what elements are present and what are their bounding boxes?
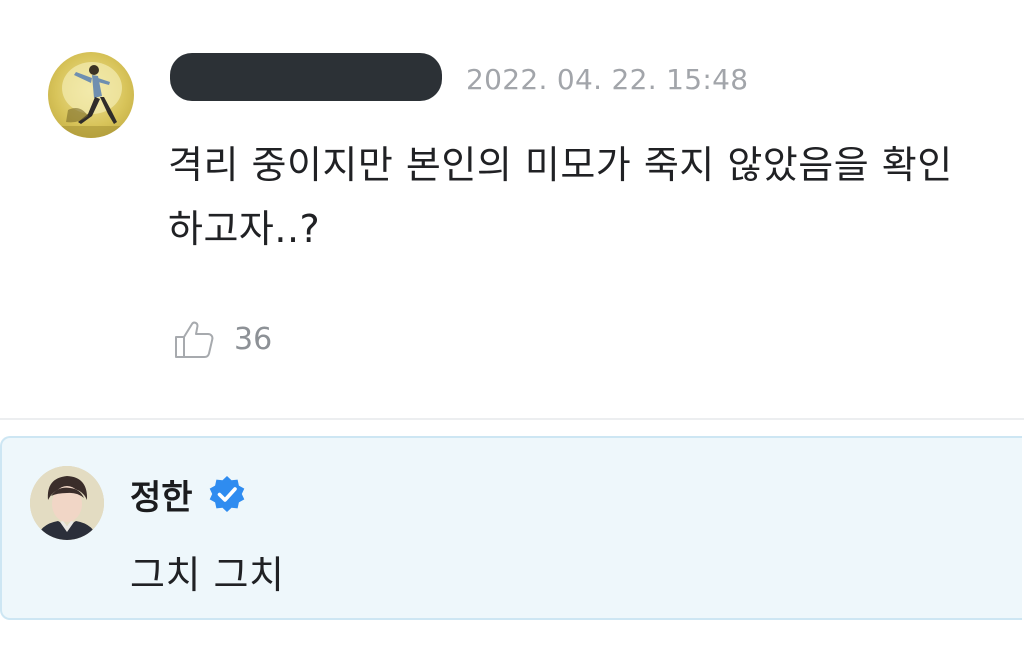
like-button[interactable]: 36 — [172, 317, 272, 361]
reply-avatar-portrait-image — [30, 466, 104, 540]
reply-box: 정한 그치 그치 — [0, 436, 1022, 620]
avatar[interactable] — [48, 52, 134, 138]
reply-author-name[interactable]: 정한 — [130, 470, 193, 519]
reply-text: 그치 그치 — [130, 553, 285, 597]
comment-text: 격리 중이지만 본인의 미모가 죽지 않았음을 확인하고자..? — [168, 143, 953, 251]
comment-thread: 2022. 04. 22. 15:48 격리 중이지만 본인의 미모가 죽지 않… — [0, 0, 1024, 649]
author-name-redacted — [170, 53, 442, 101]
like-count: 36 — [234, 321, 273, 357]
divider — [0, 418, 1024, 420]
avatar-figure-image — [48, 62, 134, 138]
reply-author-row: 정한 — [130, 470, 247, 518]
comment-timestamp: 2022. 04. 22. 15:48 — [466, 63, 749, 96]
comment: 2022. 04. 22. 15:48 격리 중이지만 본인의 미모가 죽지 않… — [0, 0, 1024, 420]
thumbs-up-icon — [175, 321, 214, 358]
verified-badge-icon — [209, 476, 244, 512]
reply-avatar[interactable] — [30, 466, 104, 540]
